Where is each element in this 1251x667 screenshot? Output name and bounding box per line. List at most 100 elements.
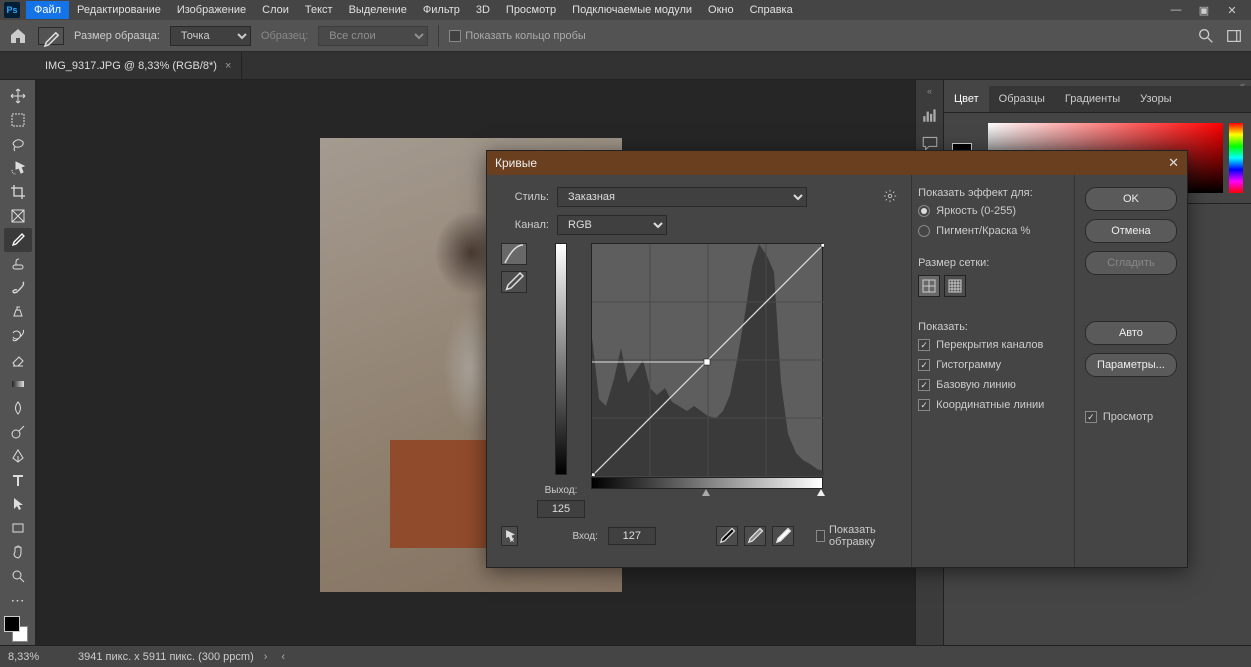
zoom-level[interactable]: 8,33% bbox=[8, 651, 68, 663]
document-tab[interactable]: IMG_9317.JPG @ 8,33% (RGB/8*) × bbox=[35, 52, 242, 79]
smooth-button[interactable]: Сгладить bbox=[1085, 251, 1177, 275]
gray-point-eyedropper-icon[interactable] bbox=[744, 526, 766, 546]
window-controls: — ▣ ✕ bbox=[1169, 3, 1247, 17]
options-bar: Размер образца: Точка Образец: Все слои … bbox=[0, 20, 1251, 52]
minimize-icon[interactable]: — bbox=[1169, 3, 1183, 17]
home-icon[interactable] bbox=[8, 26, 28, 46]
edit-toolbar-icon[interactable]: ⋯ bbox=[4, 588, 32, 612]
target-adjust-tool-icon[interactable] bbox=[501, 526, 518, 546]
blur-tool-icon[interactable] bbox=[4, 396, 32, 420]
menu-help[interactable]: Справка bbox=[742, 1, 801, 19]
output-gradient bbox=[555, 243, 567, 475]
dialog-title: Кривые bbox=[495, 156, 537, 170]
baseline-check[interactable]: Базовую линию bbox=[918, 379, 1068, 391]
curve-pencil-tool-icon[interactable] bbox=[501, 271, 527, 293]
eraser-tool-icon[interactable] bbox=[4, 348, 32, 372]
menu-window[interactable]: Окно bbox=[700, 1, 742, 19]
output-label: Выход: bbox=[545, 485, 578, 496]
lasso-tool-icon[interactable] bbox=[4, 132, 32, 156]
clone-stamp-tool-icon[interactable] bbox=[4, 300, 32, 324]
channel-select[interactable]: RGB bbox=[557, 215, 667, 235]
grid-fine-icon[interactable] bbox=[944, 275, 966, 297]
dodge-tool-icon[interactable] bbox=[4, 420, 32, 444]
workspace-icon[interactable] bbox=[1225, 27, 1243, 45]
white-point-slider[interactable] bbox=[817, 489, 825, 496]
menu-view[interactable]: Просмотр bbox=[498, 1, 564, 19]
menu-3d[interactable]: 3D bbox=[468, 1, 498, 19]
frame-tool-icon[interactable] bbox=[4, 204, 32, 228]
marquee-tool-icon[interactable] bbox=[4, 108, 32, 132]
overlay-check[interactable]: Перекрытия каналов bbox=[918, 339, 1068, 351]
input-gradient bbox=[591, 477, 823, 489]
histogram-check[interactable]: Гистограмму bbox=[918, 359, 1068, 371]
auto-button[interactable]: Авто bbox=[1085, 321, 1177, 345]
close-tab-icon[interactable]: × bbox=[225, 60, 231, 72]
move-tool-icon[interactable] bbox=[4, 84, 32, 108]
grid-size-label: Размер сетки: bbox=[918, 257, 1068, 269]
hue-strip[interactable] bbox=[1229, 123, 1243, 193]
color-tab[interactable]: Цвет bbox=[944, 86, 989, 112]
dialog-close-icon[interactable]: ✕ bbox=[1168, 155, 1179, 171]
input-value-input[interactable] bbox=[608, 527, 656, 545]
gray-point-slider[interactable] bbox=[702, 489, 710, 496]
style-select[interactable]: Заказная bbox=[557, 187, 807, 207]
rectangle-tool-icon[interactable] bbox=[4, 516, 32, 540]
foreground-swatch[interactable] bbox=[4, 616, 20, 632]
input-sliders[interactable] bbox=[591, 489, 823, 497]
show-clipping-check[interactable]: Показать обтравку bbox=[816, 524, 897, 548]
type-tool-icon[interactable] bbox=[4, 468, 32, 492]
search-icon[interactable] bbox=[1197, 27, 1215, 45]
preview-check[interactable]: Просмотр bbox=[1085, 411, 1177, 423]
curve-point-tool-icon[interactable] bbox=[501, 243, 527, 265]
history-brush-tool-icon[interactable] bbox=[4, 324, 32, 348]
output-value-input[interactable] bbox=[537, 500, 585, 518]
dialog-title-bar[interactable]: Кривые ✕ bbox=[487, 151, 1187, 175]
close-window-icon[interactable]: ✕ bbox=[1225, 3, 1239, 17]
healing-brush-tool-icon[interactable] bbox=[4, 252, 32, 276]
quick-select-tool-icon[interactable] bbox=[4, 156, 32, 180]
menu-layer[interactable]: Слои bbox=[254, 1, 297, 19]
gradients-tab[interactable]: Градиенты bbox=[1055, 86, 1130, 112]
menu-image[interactable]: Изображение bbox=[169, 1, 254, 19]
style-gear-icon[interactable] bbox=[883, 189, 897, 206]
zoom-tool-icon[interactable] bbox=[4, 564, 32, 588]
options-button[interactable]: Параметры... bbox=[1085, 353, 1177, 377]
menu-edit[interactable]: Редактирование bbox=[69, 1, 169, 19]
brightness-radio[interactable]: Яркость (0-255) bbox=[918, 205, 1068, 217]
menu-filter[interactable]: Фильтр bbox=[415, 1, 468, 19]
white-point-eyedropper-icon[interactable] bbox=[772, 526, 794, 546]
status-prev-icon[interactable]: ‹ bbox=[281, 651, 285, 663]
status-menu-icon[interactable]: › bbox=[264, 651, 268, 663]
input-label: Вход: bbox=[572, 531, 597, 542]
pen-tool-icon[interactable] bbox=[4, 444, 32, 468]
hand-tool-icon[interactable] bbox=[4, 540, 32, 564]
brush-tool-icon[interactable] bbox=[4, 276, 32, 300]
cancel-button[interactable]: Отмена bbox=[1085, 219, 1177, 243]
gradient-tool-icon[interactable] bbox=[4, 372, 32, 396]
document-tab-row: IMG_9317.JPG @ 8,33% (RGB/8*) × bbox=[0, 52, 1251, 80]
sample-select[interactable]: Все слои bbox=[318, 26, 428, 46]
grid-coarse-icon[interactable] bbox=[918, 275, 940, 297]
maximize-icon[interactable]: ▣ bbox=[1197, 3, 1211, 17]
sample-size-select[interactable]: Точка bbox=[170, 26, 251, 46]
channel-label: Канал: bbox=[501, 219, 549, 231]
show-ring-check[interactable]: Показать кольцо пробы bbox=[449, 30, 586, 42]
eyedropper-preset-icon[interactable] bbox=[38, 27, 64, 45]
intersection-check[interactable]: Координатные линии bbox=[918, 399, 1068, 411]
crop-tool-icon[interactable] bbox=[4, 180, 32, 204]
black-point-eyedropper-icon[interactable] bbox=[716, 526, 738, 546]
eyedropper-tool-icon[interactable] bbox=[4, 228, 32, 252]
swatches-tab[interactable]: Образцы bbox=[989, 86, 1055, 112]
path-select-tool-icon[interactable] bbox=[4, 492, 32, 516]
color-panel-tabs: Цвет Образцы Градиенты Узоры bbox=[944, 86, 1251, 113]
patterns-tab[interactable]: Узоры bbox=[1130, 86, 1181, 112]
histogram-panel-icon[interactable] bbox=[921, 106, 939, 124]
menu-file[interactable]: Файл bbox=[26, 1, 69, 19]
menu-select[interactable]: Выделение bbox=[341, 1, 415, 19]
curves-graph[interactable] bbox=[591, 243, 823, 475]
ok-button[interactable]: OK bbox=[1085, 187, 1177, 211]
menu-plugins[interactable]: Подключаемые модули bbox=[564, 1, 700, 19]
menu-type[interactable]: Текст bbox=[297, 1, 341, 19]
pigment-radio[interactable]: Пигмент/Краска % bbox=[918, 225, 1068, 237]
foreground-background-colors[interactable] bbox=[4, 616, 32, 642]
